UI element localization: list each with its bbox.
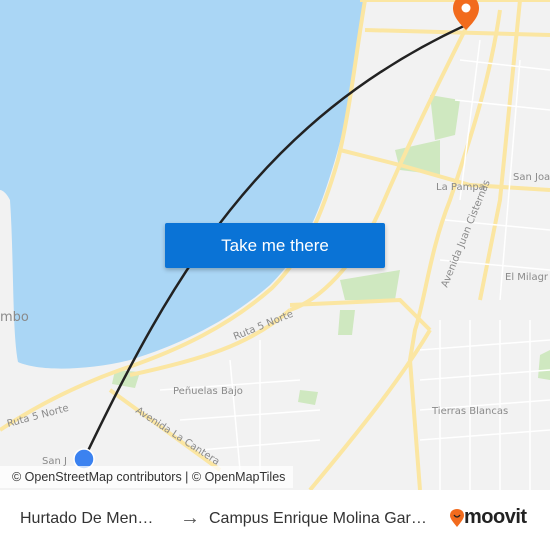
label-avenida-la-cantera: Avenida La Cantera <box>133 405 221 467</box>
moovit-logo[interactable]: moovit <box>450 506 527 529</box>
take-me-there-button[interactable]: Take me there <box>165 223 385 268</box>
map[interactable]: La Pampa San Joa Avenida Juan Cisternas … <box>0 0 550 490</box>
destination-text: Campus Enrique Molina Gar… <box>209 510 427 527</box>
label-tierras-blancas: Tierras Blancas <box>431 406 508 417</box>
sea <box>0 0 365 369</box>
footer: Hurtado De Men… → Campus Enrique Molina … <box>0 490 550 550</box>
origin-name: Hurtado De Men… <box>20 510 160 528</box>
origin-text: Hurtado De Men… <box>20 510 154 527</box>
destination-name: Campus Enrique Molina Gar… <box>209 510 434 528</box>
moovit-pin-icon <box>450 508 464 527</box>
label-coquimbo: mbo <box>0 310 29 325</box>
map-attribution[interactable]: © OpenStreetMap contributors | © OpenMap… <box>0 466 294 488</box>
label-el-milagro: El Milagr <box>505 272 549 283</box>
destination-pin-icon[interactable] <box>453 0 479 30</box>
label-penuelas-bajo: Peñuelas Bajo <box>173 386 243 397</box>
arrow-right-icon: → <box>180 507 200 529</box>
moovit-wordmark: moovit <box>464 506 527 528</box>
label-san-joaquin: San Joa <box>513 172 550 183</box>
